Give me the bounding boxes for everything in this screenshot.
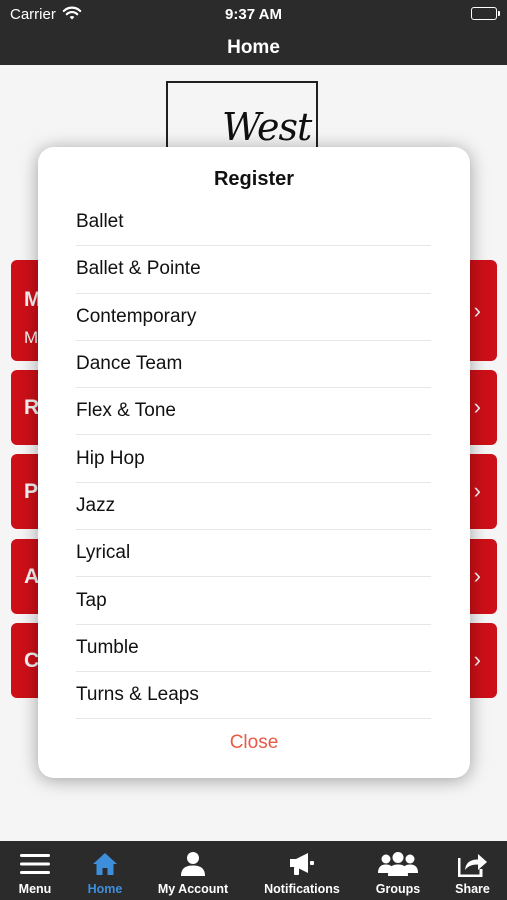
page-title: Home bbox=[227, 37, 280, 58]
register-option[interactable]: Tumble bbox=[76, 625, 431, 672]
register-option[interactable]: Ballet & Pointe bbox=[76, 246, 431, 294]
person-icon bbox=[180, 850, 206, 878]
share-icon bbox=[457, 850, 488, 878]
register-option[interactable]: Ballet bbox=[76, 199, 431, 247]
group-icon bbox=[378, 850, 418, 878]
tab-label: Notifications bbox=[264, 882, 340, 896]
battery-icon bbox=[471, 7, 500, 20]
megaphone-icon bbox=[288, 850, 316, 878]
register-option[interactable]: Dance Team bbox=[76, 341, 431, 389]
tab-bar: Menu Home My Account Notifications Group… bbox=[0, 841, 507, 900]
register-option[interactable]: Hip Hop bbox=[76, 435, 431, 483]
tab-home[interactable]: Home bbox=[70, 841, 140, 900]
close-button[interactable]: Close bbox=[38, 732, 470, 754]
tab-menu[interactable]: Menu bbox=[0, 841, 70, 900]
tab-label: Share bbox=[455, 882, 490, 896]
register-option[interactable]: Contemporary bbox=[76, 294, 431, 341]
register-option[interactable]: Lyrical bbox=[76, 530, 431, 578]
register-option[interactable]: Tap bbox=[76, 577, 431, 625]
modal-title: Register bbox=[213, 168, 295, 190]
tab-notifications[interactable]: Notifications bbox=[246, 841, 358, 900]
status-bar: Carrier 9:37 AM bbox=[0, 0, 507, 30]
register-class-list: Ballet Ballet & Pointe Contemporary Danc… bbox=[76, 199, 431, 720]
register-option[interactable]: Jazz bbox=[76, 483, 431, 531]
tab-groups[interactable]: Groups bbox=[358, 841, 438, 900]
register-option[interactable]: Flex & Tone bbox=[76, 388, 431, 436]
tab-my-account[interactable]: My Account bbox=[140, 841, 246, 900]
tab-share[interactable]: Share bbox=[438, 841, 507, 900]
tab-label: Groups bbox=[375, 882, 421, 896]
hamburger-icon bbox=[20, 850, 50, 878]
house-icon bbox=[92, 850, 118, 878]
register-option[interactable]: Turns & Leaps bbox=[76, 672, 431, 720]
navigation-bar: Home bbox=[0, 30, 507, 65]
status-time: 9:37 AM bbox=[225, 6, 282, 23]
tab-label: My Account bbox=[157, 882, 229, 896]
tab-label: Menu bbox=[18, 882, 52, 896]
register-modal: Register Ballet Ballet & Pointe Contempo… bbox=[38, 147, 470, 778]
tab-label: Home bbox=[87, 882, 123, 896]
